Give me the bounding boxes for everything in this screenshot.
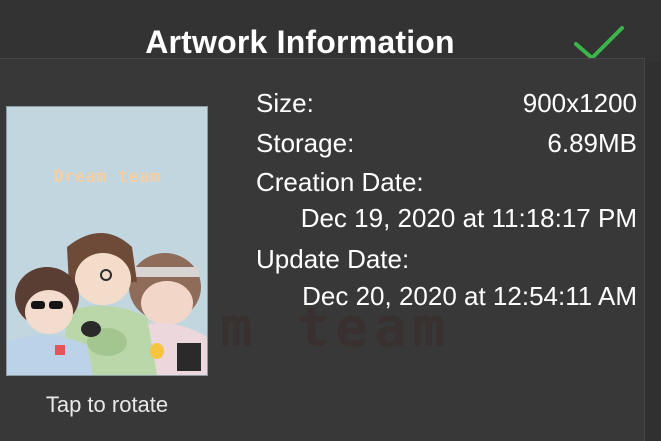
- size-value: 900x1200: [522, 88, 637, 118]
- artwork-illustration: [7, 233, 207, 375]
- artwork-title: Dream team: [53, 167, 161, 187]
- update-date-label: Update Date:: [256, 244, 410, 274]
- artwork-thumbnail[interactable]: Dream team: [6, 106, 208, 376]
- storage-value: 6.89MB: [547, 128, 637, 158]
- storage-label: Storage:: [256, 128, 355, 158]
- creation-date-value: Dec 19, 2020 at 11:18:17 PM: [300, 203, 637, 233]
- creation-date-label: Creation Date:: [256, 167, 424, 197]
- update-date-value: Dec 20, 2020 at 12:54:11 AM: [302, 281, 637, 311]
- rotate-hint[interactable]: Tap to rotate: [6, 392, 208, 418]
- page-title: Artwork Information: [145, 24, 455, 60]
- size-label: Size:: [256, 88, 314, 118]
